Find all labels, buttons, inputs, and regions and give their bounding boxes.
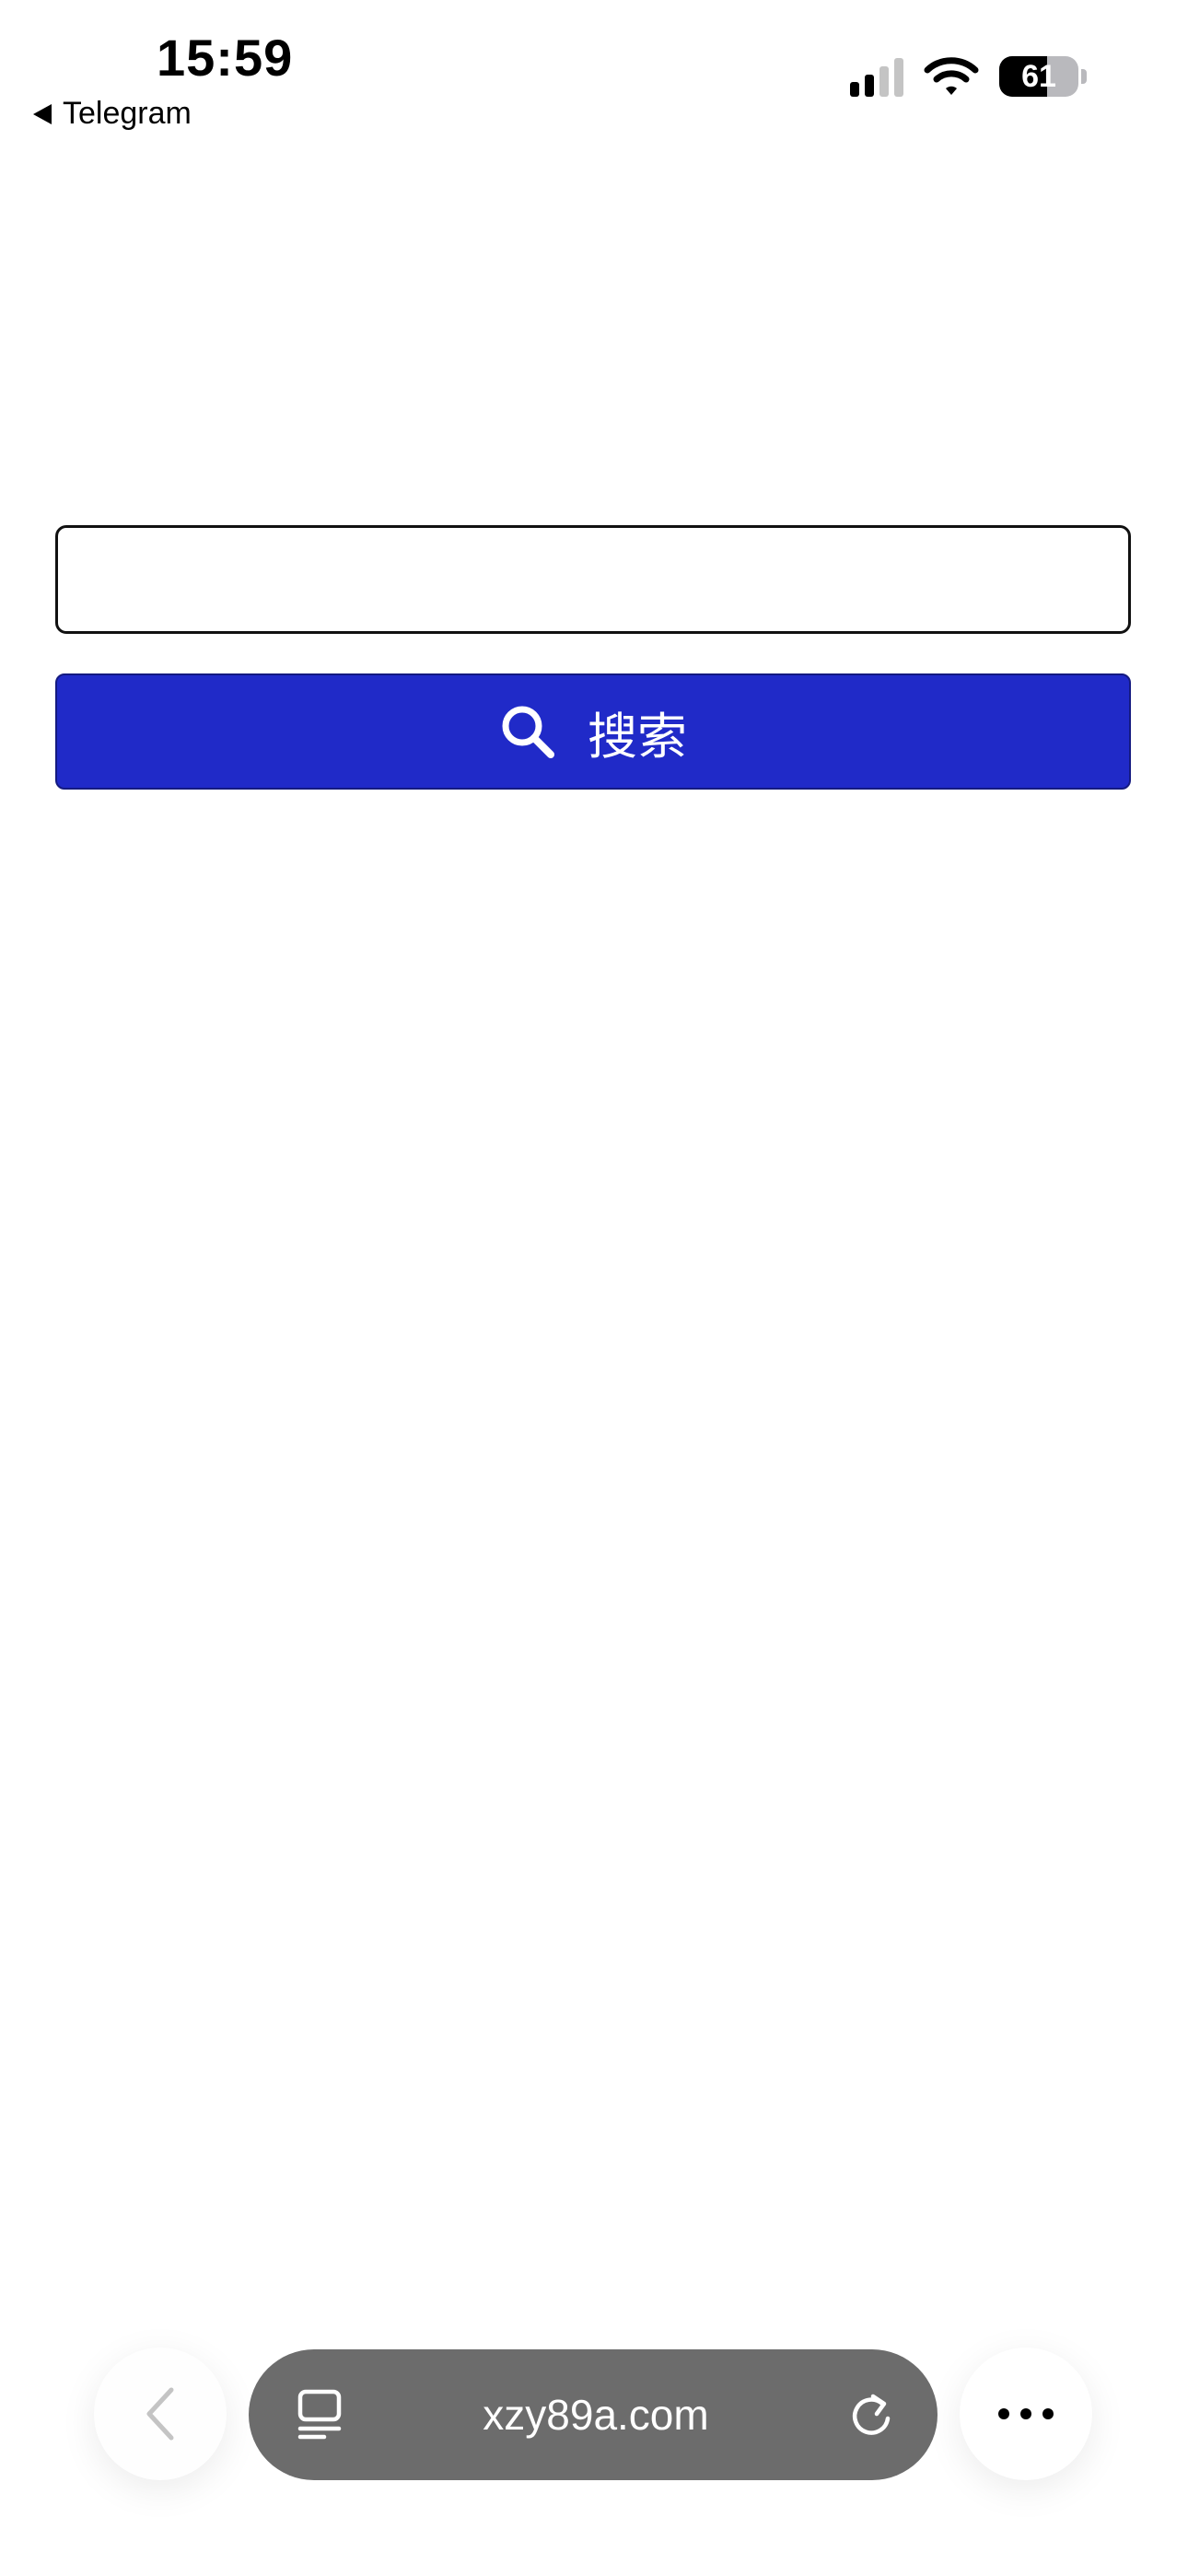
back-triangle-icon [33,103,52,124]
signal-bar [865,75,874,97]
signal-bar [894,58,903,97]
status-indicators: 61 [850,55,1087,98]
wifi-icon [924,57,979,95]
cellular-signal-icon [850,56,903,97]
back-to-app-link[interactable]: Telegram [33,96,192,132]
browser-back-button[interactable] [94,2348,227,2480]
reload-icon[interactable] [847,2389,895,2441]
search-button-label: 搜索 [588,707,687,766]
back-app-label: Telegram [63,96,192,131]
ellipsis-icon [998,2408,1054,2419]
search-input[interactable] [55,525,1131,634]
chevron-left-icon [146,2387,174,2441]
status-time: 15:59 [157,29,294,87]
battery-cap [1081,69,1087,84]
battery-percent: 61 [1021,58,1056,94]
tab-overview-icon[interactable] [297,2389,344,2441]
more-options-button[interactable] [960,2348,1092,2480]
battery-body: 61 [999,56,1078,97]
search-button[interactable]: 搜索 [55,673,1131,790]
signal-bar [850,82,859,97]
search-icon [502,706,554,758]
signal-bar [879,66,889,97]
url-text[interactable]: xzy89a.com [483,2390,708,2440]
browser-screen: 15:59 Telegram 61 搜索 xzy89a.com [0,0,1188,2576]
battery-indicator: 61 [999,56,1087,97]
address-bar[interactable]: xzy89a.com [249,2349,938,2480]
